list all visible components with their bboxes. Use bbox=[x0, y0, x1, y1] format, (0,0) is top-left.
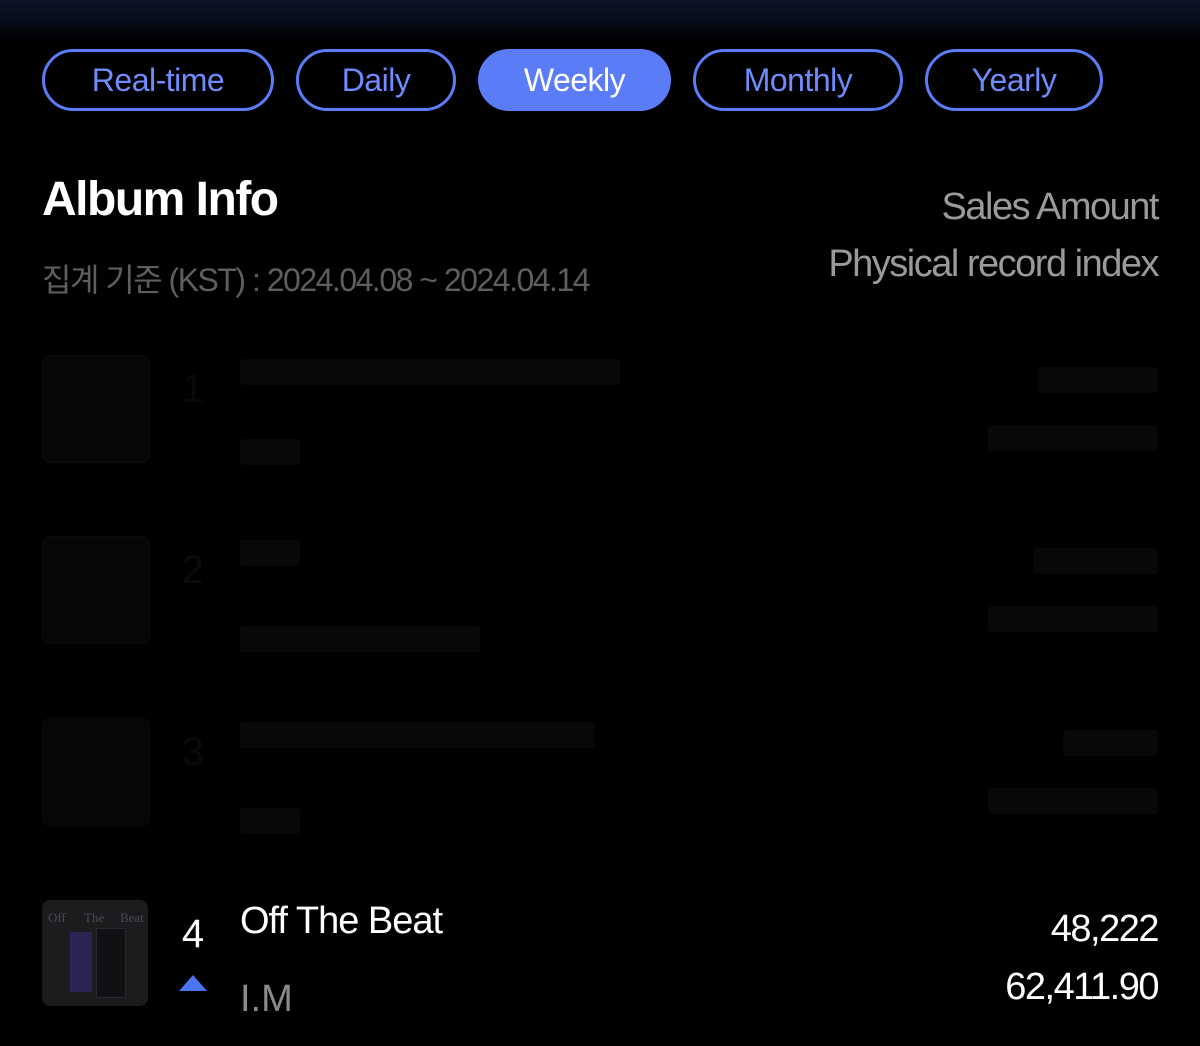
redacted-album-title bbox=[240, 722, 595, 748]
rank-change bbox=[178, 975, 208, 995]
sales-amount: 48,222 bbox=[1050, 908, 1160, 950]
page-title: Album Info bbox=[42, 173, 279, 226]
redacted-sales bbox=[1033, 548, 1158, 574]
rank-number: 2 bbox=[181, 548, 205, 592]
top-gradient bbox=[0, 0, 1200, 40]
cover-text: Off bbox=[48, 910, 66, 925]
album-cover bbox=[42, 355, 150, 463]
album-cover: Off The Beat bbox=[42, 900, 148, 1006]
rank-up-triangle-icon bbox=[179, 975, 207, 991]
cover-graphic bbox=[96, 928, 126, 998]
period-tabs: Real-time Daily Weekly Monthly Yearly bbox=[42, 49, 1103, 111]
redacted-album-title bbox=[240, 540, 300, 566]
artist-name[interactable]: I.M bbox=[240, 978, 293, 1021]
redacted-artist bbox=[240, 808, 300, 834]
redacted-album-title bbox=[240, 359, 620, 385]
album-cover bbox=[42, 536, 150, 644]
tab-weekly[interactable]: Weekly bbox=[478, 49, 671, 111]
cover-text: The bbox=[84, 910, 105, 925]
redacted-index bbox=[988, 425, 1158, 451]
chart-row-redacted[interactable]: 3 bbox=[0, 718, 1200, 838]
tab-daily[interactable]: Daily bbox=[296, 49, 456, 111]
aggregation-period: 집계 기준 (KST) : 2024.04.08 ~ 2024.04.14 bbox=[42, 262, 591, 298]
redacted-artist bbox=[240, 626, 480, 652]
album-title[interactable]: Off The Beat bbox=[240, 900, 443, 943]
column-header-sales-amount: Sales Amount bbox=[941, 186, 1160, 228]
physical-record-index: 62,411.90 bbox=[1005, 966, 1159, 1008]
tab-monthly[interactable]: Monthly bbox=[693, 49, 903, 111]
tab-yearly[interactable]: Yearly bbox=[925, 49, 1103, 111]
rank-number: 1 bbox=[181, 367, 205, 411]
chart-row-redacted[interactable]: 1 bbox=[0, 355, 1200, 475]
chart-row-redacted[interactable]: 2 bbox=[0, 536, 1200, 656]
album-cover bbox=[42, 718, 150, 826]
cover-graphic bbox=[70, 932, 92, 992]
redacted-sales bbox=[1063, 730, 1158, 756]
rank-number: 3 bbox=[181, 730, 205, 774]
rank-number: 4 bbox=[181, 912, 205, 956]
redacted-index bbox=[988, 606, 1158, 632]
chart-row[interactable]: Off The Beat 4 Off The Beat I.M 48,222 6… bbox=[0, 900, 1200, 1020]
album-cover-art: Off The Beat bbox=[42, 900, 148, 1006]
redacted-artist bbox=[240, 439, 300, 465]
redacted-index bbox=[988, 788, 1158, 814]
column-header-physical-record-index: Physical record index bbox=[828, 243, 1159, 285]
redacted-sales bbox=[1038, 367, 1158, 393]
tab-real-time[interactable]: Real-time bbox=[42, 49, 274, 111]
cover-text: Beat bbox=[120, 910, 144, 925]
